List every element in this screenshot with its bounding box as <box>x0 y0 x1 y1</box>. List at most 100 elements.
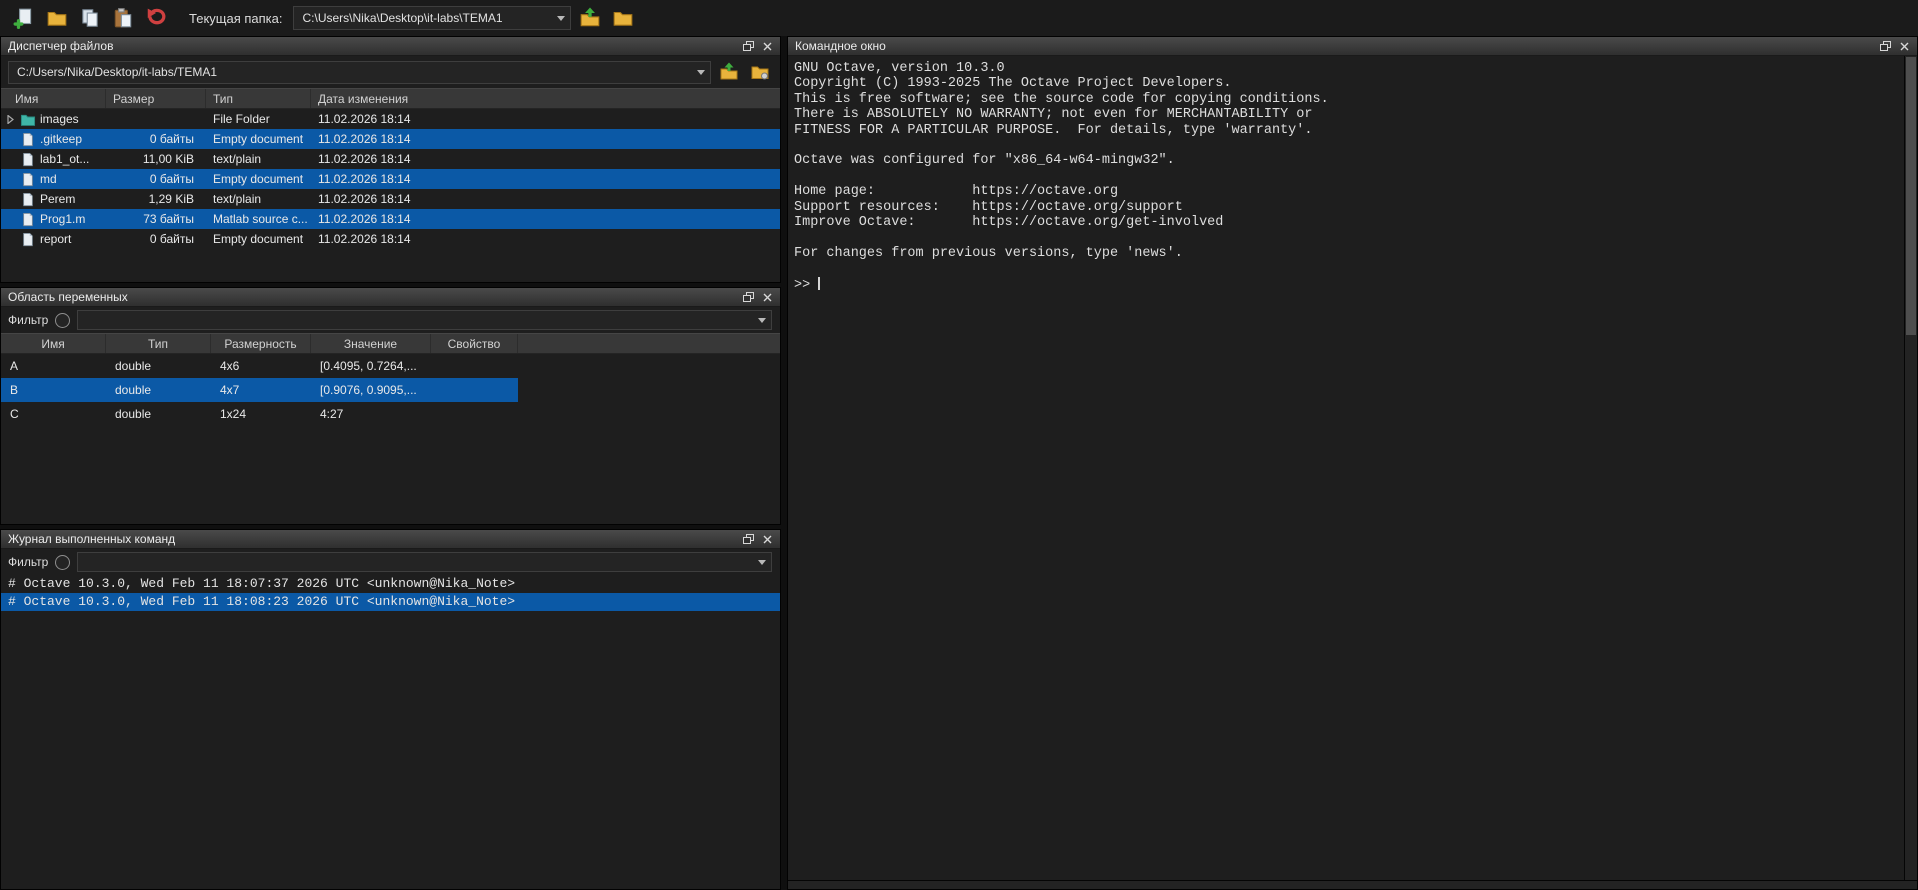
filter-label: Фильтр <box>8 313 48 327</box>
undock-icon[interactable] <box>739 289 758 305</box>
undock-icon[interactable] <box>739 531 758 547</box>
file-date: 11.02.2026 18:14 <box>311 132 780 146</box>
browse-folder-button[interactable] <box>609 4 637 32</box>
column-header-date[interactable]: Дата изменения <box>311 89 780 108</box>
terminal-line: Improve Octave: https://octave.org/get-i… <box>794 215 1898 230</box>
copy-icon <box>79 7 101 29</box>
file-date: 11.02.2026 18:14 <box>311 172 780 186</box>
open-folder-icon <box>46 7 68 29</box>
terminal-line: Octave was configured for "x86_64-w64-mi… <box>794 153 1898 168</box>
terminal-line <box>794 169 1898 184</box>
set-browser-folder-button[interactable] <box>747 60 773 84</box>
file-name: md <box>40 172 57 186</box>
chevron-down-icon <box>753 560 771 565</box>
copy-button[interactable] <box>76 4 104 32</box>
variable-row[interactable]: Bdouble4x7[0.9076, 0.9095,... <box>1 378 518 402</box>
prompt-line[interactable]: >> <box>794 277 1898 293</box>
file-browser-titlebar[interactable]: Диспетчер файлов <box>1 37 780 56</box>
filter-checkbox[interactable] <box>55 555 70 570</box>
history-entry[interactable]: # Octave 10.3.0, Wed Feb 11 18:08:23 202… <box>1 593 780 611</box>
file-row[interactable]: .gitkeep0 байтыEmpty document11.02.2026 … <box>1 129 780 149</box>
folder-icon <box>19 112 36 127</box>
close-icon[interactable] <box>758 531 777 547</box>
terminal-line: This is free software; see the source co… <box>794 92 1898 107</box>
column-header-name[interactable]: Имя <box>1 89 106 108</box>
file-icon <box>19 172 36 187</box>
close-icon[interactable] <box>758 289 777 305</box>
column-header-value[interactable]: Значение <box>311 334 431 353</box>
browser-path-combobox[interactable]: C:/Users/Nika/Desktop/it-labs/TEMA1 <box>8 61 711 84</box>
workspace-table-header: Имя Тип Размерность Значение Свойство <box>1 333 780 354</box>
workspace-panel: Область переменных Фильтр <box>0 287 781 525</box>
file-name: report <box>40 232 71 246</box>
column-header-attribute[interactable]: Свойство <box>431 334 518 353</box>
new-script-button[interactable] <box>10 4 38 32</box>
scrollbar-thumb[interactable] <box>1906 57 1916 335</box>
terminal-line: For changes from previous versions, type… <box>794 246 1898 261</box>
horizontal-scrollbar[interactable] <box>788 880 1917 889</box>
variable-row[interactable]: Adouble4x6[0.4095, 0.7264,... <box>1 354 518 378</box>
history-entry[interactable]: # Octave 10.3.0, Wed Feb 11 18:07:37 202… <box>1 575 780 593</box>
workspace-titlebar[interactable]: Область переменных <box>1 288 780 307</box>
file-row[interactable]: Prog1.m73 байтыMatlab source c...11.02.2… <box>1 209 780 229</box>
undock-icon[interactable] <box>1876 38 1895 54</box>
column-header-dimension[interactable]: Размерность <box>211 334 311 353</box>
file-browser-panel: Диспетчер файлов C:/Users/Nika/Desktop/i… <box>0 36 781 283</box>
current-folder-combobox[interactable]: C:\Users\Nika\Desktop\it-labs\TEMA1 <box>293 6 571 30</box>
paste-button[interactable] <box>109 4 137 32</box>
file-row[interactable]: md0 байтыEmpty document11.02.2026 18:14 <box>1 169 780 189</box>
current-folder-label: Текущая папка: <box>189 11 282 26</box>
command-window-panel: Командное окно GNU Octave, version 10.3.… <box>787 36 1918 890</box>
open-file-button[interactable] <box>43 4 71 32</box>
variable-dim: 4x6 <box>211 359 311 373</box>
variable-value: 4:27 <box>311 407 431 421</box>
terminal-line <box>794 230 1898 245</box>
workspace-rows: Adouble4x6[0.4095, 0.7264,...Bdouble4x7[… <box>1 354 780 524</box>
vertical-scrollbar[interactable] <box>1904 56 1917 880</box>
file-name-cell: lab1_ot... <box>1 152 106 167</box>
history-filter-row: Фильтр <box>1 549 780 575</box>
column-header-size[interactable]: Размер <box>106 89 206 108</box>
prompt-symbol: >> <box>794 278 818 293</box>
file-row[interactable]: Perem1,29 KiBtext/plain11.02.2026 18:14 <box>1 189 780 209</box>
column-header-type[interactable]: Тип <box>106 334 211 353</box>
panel-title: Диспетчер файлов <box>8 39 739 53</box>
file-size: 73 байты <box>106 212 206 226</box>
octave-main-window: Текущая папка: C:\Users\Nika\Desktop\it-… <box>0 0 1918 890</box>
file-name-cell: Perem <box>1 192 106 207</box>
file-row[interactable]: lab1_ot...11,00 KiBtext/plain11.02.2026 … <box>1 149 780 169</box>
file-browser-path-row: C:/Users/Nika/Desktop/it-labs/TEMA1 <box>1 56 780 88</box>
text-cursor <box>818 277 820 290</box>
folder-up-icon <box>719 62 739 82</box>
command-window-titlebar[interactable]: Командное окно <box>788 37 1917 56</box>
column-header-filler <box>518 334 780 353</box>
left-column: Диспетчер файлов C:/Users/Nika/Desktop/i… <box>0 36 781 890</box>
variable-name: C <box>1 407 106 421</box>
file-date: 11.02.2026 18:14 <box>311 112 780 126</box>
variable-row[interactable]: Cdouble1x244:27 <box>1 402 518 426</box>
folder-up-button[interactable] <box>576 4 604 32</box>
file-row[interactable]: imagesFile Folder11.02.2026 18:14 <box>1 109 780 129</box>
file-type: Matlab source c... <box>206 212 311 226</box>
file-size: 1,29 KiB <box>106 192 206 206</box>
column-header-type[interactable]: Тип <box>206 89 311 108</box>
variable-type: double <box>106 407 211 421</box>
terminal-line: FITNESS FOR A PARTICULAR PURPOSE. For de… <box>794 123 1898 138</box>
filter-combobox[interactable] <box>77 552 772 572</box>
file-type: Empty document <box>206 232 311 246</box>
undo-icon <box>145 7 167 29</box>
folder-action-icon <box>750 62 770 82</box>
folder-up-button[interactable] <box>716 60 742 84</box>
command-output[interactable]: GNU Octave, version 10.3.0Copyright (C) … <box>788 56 1904 880</box>
file-row[interactable]: report0 байтыEmpty document11.02.2026 18… <box>1 229 780 249</box>
filter-combobox[interactable] <box>77 310 772 330</box>
column-header-name[interactable]: Имя <box>1 334 106 353</box>
expand-chevron-icon[interactable] <box>5 115 15 124</box>
close-icon[interactable] <box>758 38 777 54</box>
close-icon[interactable] <box>1895 38 1914 54</box>
file-name-cell: md <box>1 172 106 187</box>
undo-button[interactable] <box>142 4 170 32</box>
undock-icon[interactable] <box>739 38 758 54</box>
filter-checkbox[interactable] <box>55 313 70 328</box>
command-history-titlebar[interactable]: Журнал выполненных команд <box>1 530 780 549</box>
